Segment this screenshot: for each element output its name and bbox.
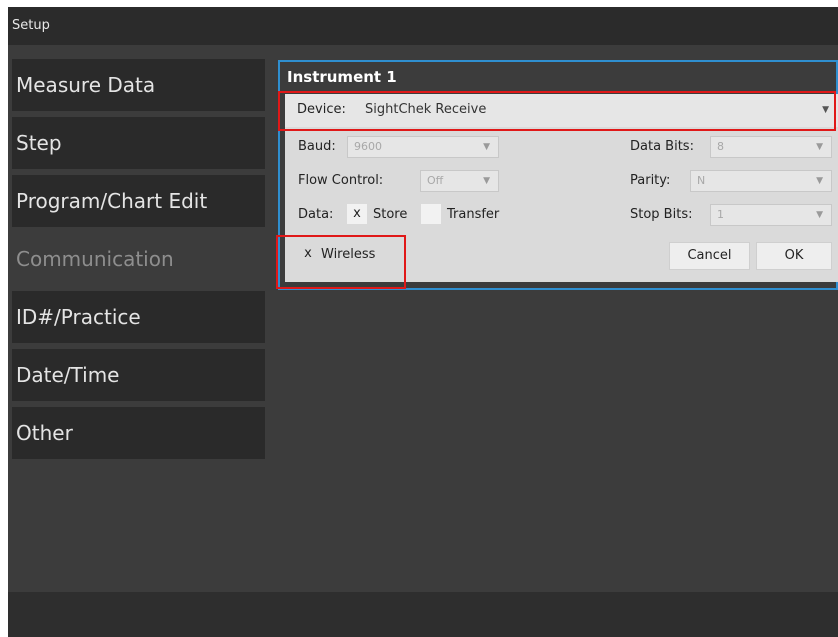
stop-bits-select[interactable]: 1 ▼ [710, 204, 832, 226]
flow-control-select[interactable]: Off ▼ [420, 170, 499, 192]
baud-value: 9600 [354, 140, 382, 153]
dialog-title: Instrument 1 [287, 68, 397, 86]
sidebar-item-program-chart-edit[interactable]: Program/Chart Edit [12, 175, 265, 227]
sidebar-item-date-time[interactable]: Date/Time [12, 349, 265, 401]
flow-control-label: Flow Control: [298, 173, 384, 188]
parity-label: Parity: [630, 173, 671, 188]
triangle-down-icon: ▼ [483, 176, 490, 186]
instrument-dialog: Instrument 1 Device: SightChek Receive ▼… [278, 60, 838, 290]
data-bits-value: 8 [717, 140, 724, 153]
store-label: Store [373, 207, 408, 222]
store-checkbox[interactable]: x [347, 204, 367, 224]
wireless-checkbox[interactable]: x [298, 244, 318, 264]
status-bar [8, 592, 838, 637]
device-row: Device: SightChek Receive ▼ [285, 94, 838, 127]
ok-button[interactable]: OK [756, 242, 832, 270]
device-label: Device: [297, 102, 346, 117]
baud-label: Baud: [298, 139, 336, 154]
sidebar-item-id-practice[interactable]: ID#/Practice [12, 291, 265, 343]
transfer-checkbox[interactable] [421, 204, 441, 224]
transfer-label: Transfer [447, 207, 500, 222]
window-title: Setup [8, 7, 838, 45]
setup-window: Setup Measure Data Step Program/Chart Ed… [8, 7, 838, 637]
sidebar-item-measure-data[interactable]: Measure Data [12, 59, 265, 111]
baud-select[interactable]: 9600 ▼ [347, 136, 499, 158]
data-bits-label: Data Bits: [630, 139, 694, 154]
device-select[interactable]: SightChek Receive ▼ [365, 99, 835, 121]
wireless-label: Wireless [321, 247, 376, 262]
stop-bits-label: Stop Bits: [630, 207, 693, 222]
data-label: Data: [298, 207, 334, 222]
cancel-button[interactable]: Cancel [669, 242, 750, 270]
flow-control-value: Off [427, 174, 444, 187]
stop-bits-value: 1 [717, 208, 724, 221]
sidebar-item-communication[interactable]: Communication [12, 233, 265, 285]
device-value: SightChek Receive [365, 102, 487, 117]
triangle-down-icon: ▼ [822, 105, 829, 115]
sidebar-item-step[interactable]: Step [12, 117, 265, 169]
triangle-down-icon: ▼ [483, 142, 490, 152]
parity-select[interactable]: N ▼ [690, 170, 832, 192]
communication-settings-panel: Device: SightChek Receive ▼ Baud: 9600 ▼… [285, 94, 838, 282]
sidebar-item-other[interactable]: Other [12, 407, 265, 459]
triangle-down-icon: ▼ [816, 176, 823, 186]
triangle-down-icon: ▼ [816, 210, 823, 220]
triangle-down-icon: ▼ [816, 142, 823, 152]
data-bits-select[interactable]: 8 ▼ [710, 136, 832, 158]
parity-value: N [697, 174, 706, 187]
sidebar: Measure Data Step Program/Chart Edit Com… [12, 59, 265, 465]
